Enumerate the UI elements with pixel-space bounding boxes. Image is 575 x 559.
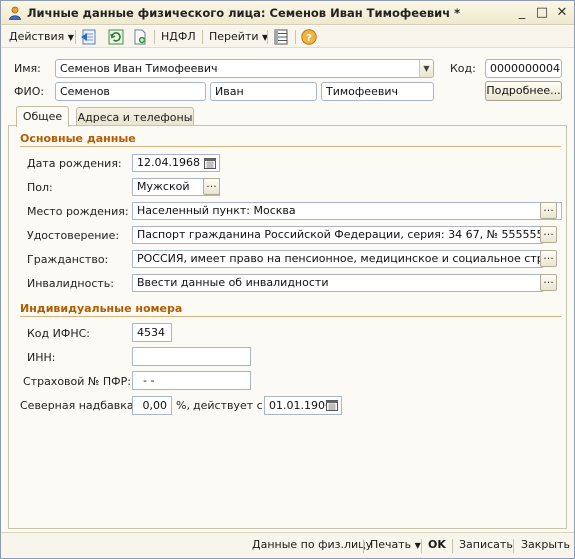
- birth-place-label: Место рождения:: [27, 205, 129, 218]
- citizenship-select-button[interactable]: ...: [540, 250, 557, 267]
- inn-input[interactable]: [132, 347, 251, 366]
- inn-label: ИНН:: [27, 351, 56, 364]
- print-label: Печать: [370, 538, 412, 551]
- new-document-icon[interactable]: [131, 28, 149, 46]
- details-button[interactable]: Подробнее...: [485, 81, 562, 101]
- individual-numbers-section-title: Индивидуальные номера: [20, 302, 183, 315]
- maximize-button[interactable]: □: [534, 5, 550, 21]
- ifns-code-label: Код ИФНС:: [27, 327, 90, 340]
- pfr-number-input[interactable]: - -: [132, 371, 251, 390]
- code-input[interactable]: 0000000004: [485, 59, 562, 78]
- help-icon[interactable]: ?: [300, 28, 318, 46]
- patronymic-input[interactable]: Тимофеевич: [321, 82, 434, 101]
- toolbar-divider: [295, 30, 296, 44]
- svg-text:?: ?: [306, 33, 312, 44]
- citizenship-label: Гражданство:: [27, 253, 109, 266]
- refresh-icon[interactable]: [107, 28, 125, 46]
- name-label: Имя:: [14, 62, 41, 75]
- ok-button[interactable]: OK: [428, 538, 446, 551]
- bottom-bar: Данные по физ.лицу Печать ▼ OK Записать …: [1, 532, 574, 558]
- id-document-select-button[interactable]: ...: [540, 226, 557, 243]
- close-button[interactable]: Закрыть: [521, 538, 570, 551]
- toolbar-divider: [75, 30, 76, 44]
- id-document-label: Удостоверение:: [27, 229, 120, 242]
- tab-general[interactable]: Общее: [16, 106, 69, 127]
- birth-date-label: Дата рождения:: [27, 157, 122, 170]
- bottom-divider: [452, 539, 453, 553]
- goto-label: Перейти: [209, 30, 259, 43]
- birth-place-input[interactable]: Населенный пункт: Москва: [132, 202, 562, 220]
- tab-addresses[interactable]: Адреса и телефоны: [76, 107, 194, 127]
- id-document-value: Паспорт гражданина Российской Федерации,…: [137, 228, 543, 241]
- name-input[interactable]: Семенов Иван Тимофеевич ▼: [55, 59, 434, 78]
- chevron-down-icon: ▼: [67, 33, 74, 42]
- citizenship-value: РОССИЯ, имеет право на пенсионное, медиц…: [137, 252, 542, 265]
- bottom-divider: [513, 539, 514, 553]
- disability-value: Ввести данные об инвалидности: [137, 276, 329, 289]
- valid-from-label: действует с:: [193, 399, 267, 412]
- toolbar: Действия ▼ НДФЛ Перейти ▼ ?: [1, 26, 574, 48]
- bottom-divider: [363, 539, 364, 553]
- person-data-window: Личные данные физического лица: Семенов …: [0, 0, 575, 559]
- section-divider: [20, 316, 561, 317]
- north-allowance-label: Северная надбавка:: [20, 399, 138, 412]
- disability-select-button[interactable]: ...: [540, 274, 557, 291]
- gender-label: Пол:: [27, 181, 53, 194]
- valid-from-input[interactable]: 01.01.1900: [264, 396, 342, 415]
- surname-input[interactable]: Семенов: [55, 82, 206, 101]
- disability-input[interactable]: Ввести данные об инвалидности: [132, 274, 543, 292]
- structure-icon[interactable]: [272, 28, 290, 46]
- print-menu[interactable]: Печать ▼: [370, 538, 421, 551]
- first-name-input[interactable]: Иван: [210, 82, 317, 101]
- goto-menu[interactable]: Перейти ▼: [209, 28, 268, 46]
- birth-place-select-button[interactable]: ...: [540, 202, 557, 219]
- chevron-down-icon[interactable]: ▼: [419, 60, 433, 77]
- ifns-code-input[interactable]: 4534: [132, 323, 172, 342]
- section-divider: [20, 146, 561, 147]
- citizenship-input[interactable]: РОССИЯ, имеет право на пенсионное, медиц…: [132, 250, 543, 268]
- tab-panel-general: Основные данные Дата рождения: 12.04.196…: [8, 125, 567, 529]
- toolbar-divider: [202, 30, 203, 44]
- calendar-icon[interactable]: [326, 399, 338, 411]
- minimize-button[interactable]: _: [514, 5, 530, 21]
- actions-menu[interactable]: Действия ▼: [9, 28, 74, 46]
- title-bar: Личные данные физического лица: Семенов …: [1, 1, 574, 25]
- basic-data-section-title: Основные данные: [20, 132, 136, 145]
- actions-label: Действия: [9, 30, 65, 43]
- code-label: Код:: [450, 62, 476, 75]
- disability-label: Инвалидность:: [27, 277, 114, 290]
- fio-label: ФИО:: [14, 85, 45, 98]
- toolbar-divider: [154, 30, 155, 44]
- toolbar-divider: [267, 30, 268, 44]
- percent-label: %,: [176, 399, 190, 412]
- birth-date-input[interactable]: 12.04.1968: [132, 154, 220, 172]
- gender-select-button[interactable]: ...: [203, 178, 220, 195]
- gender-value: Мужской: [137, 180, 190, 193]
- save-button[interactable]: Записать: [459, 538, 513, 551]
- person-icon: [9, 6, 21, 20]
- chevron-down-icon: ▼: [414, 541, 421, 550]
- north-allowance-input[interactable]: 0,00: [132, 396, 172, 415]
- birth-place-value: Населенный пункт: Москва: [137, 204, 296, 217]
- person-data-button[interactable]: Данные по физ.лицу: [252, 538, 372, 551]
- id-document-input[interactable]: Паспорт гражданина Российской Федерации,…: [132, 226, 543, 244]
- pfr-number-label: Страховой № ПФР:: [23, 375, 131, 388]
- go-to-list-icon[interactable]: [80, 28, 98, 46]
- ndfl-button[interactable]: НДФЛ: [161, 28, 196, 46]
- name-value: Семенов Иван Тимофеевич: [60, 62, 218, 75]
- bottom-divider: [421, 539, 422, 553]
- birth-date-value: 12.04.1968: [137, 156, 200, 169]
- calendar-icon[interactable]: [204, 157, 216, 169]
- window-title: Личные данные физического лица: Семенов …: [27, 6, 461, 20]
- valid-from-value: 01.01.1900: [269, 399, 332, 412]
- close-window-button[interactable]: ✕: [554, 5, 570, 21]
